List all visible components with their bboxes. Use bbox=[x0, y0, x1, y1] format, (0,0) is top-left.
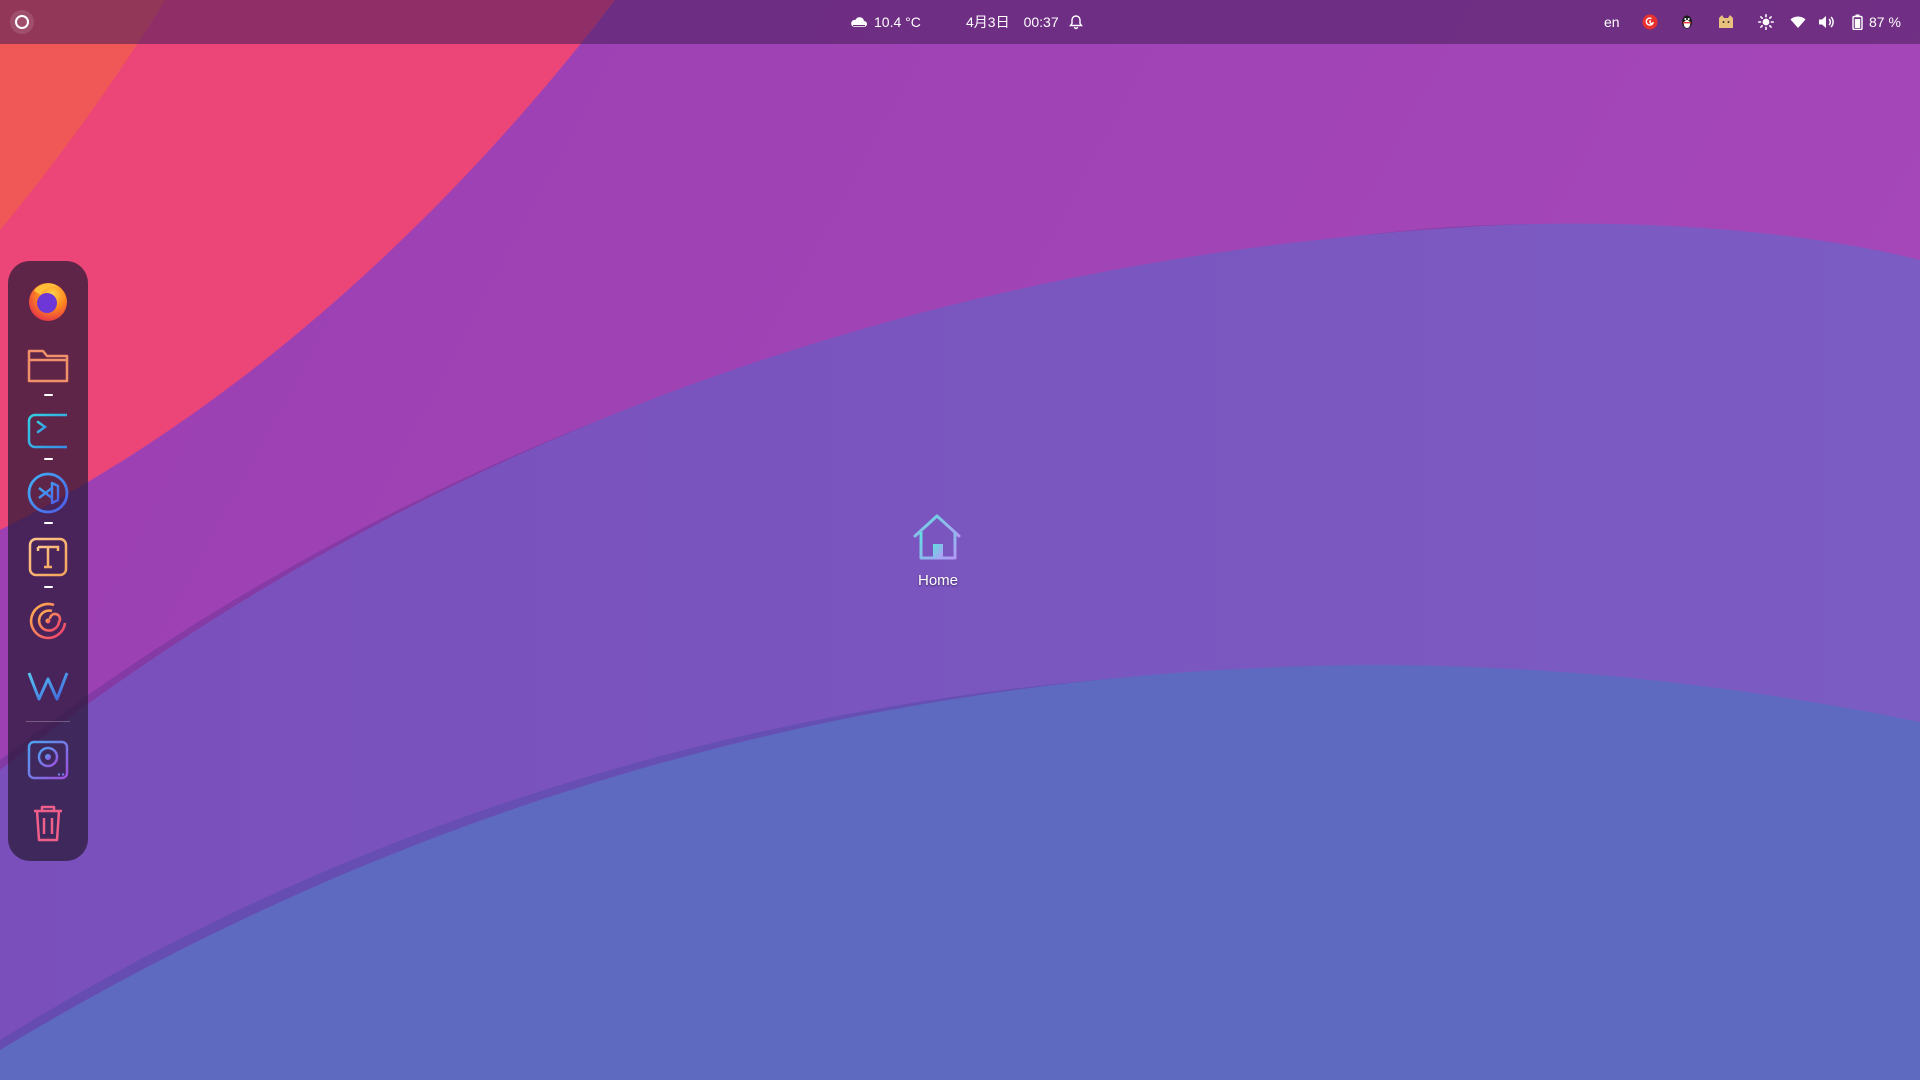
wifi-icon bbox=[1790, 16, 1806, 28]
dock-item-vscode[interactable] bbox=[21, 466, 75, 524]
volume-icon bbox=[1819, 16, 1834, 28]
running-indicator bbox=[44, 586, 53, 588]
clock-button[interactable]: 4月3日 00:37 bbox=[966, 0, 1059, 44]
netease-music-icon bbox=[1642, 14, 1658, 30]
dock-item-files[interactable] bbox=[21, 338, 75, 396]
activities-ring-icon bbox=[15, 15, 29, 29]
vscode-icon bbox=[27, 472, 69, 514]
tray-cat-app[interactable] bbox=[1717, 0, 1735, 44]
dock-item-terminal[interactable] bbox=[21, 402, 75, 460]
firefox-icon bbox=[29, 283, 67, 321]
wps-icon bbox=[27, 671, 69, 701]
trash-icon bbox=[34, 805, 62, 842]
dock bbox=[8, 261, 88, 861]
battery-icon bbox=[1852, 14, 1863, 30]
tray-battery[interactable]: 87 % bbox=[1852, 0, 1901, 44]
tray-netease-music[interactable] bbox=[1642, 0, 1658, 44]
language-label: en bbox=[1604, 14, 1620, 30]
qq-penguin-icon bbox=[1682, 15, 1692, 29]
weather-temperature: 10.4 °C bbox=[874, 14, 921, 30]
brightness-icon bbox=[1758, 14, 1774, 30]
weather-indicator[interactable]: 10.4 °C bbox=[850, 0, 921, 44]
tray-wifi[interactable] bbox=[1790, 0, 1806, 44]
bell-icon bbox=[1069, 15, 1083, 30]
battery-percentage: 87 % bbox=[1869, 14, 1901, 30]
activities-button[interactable] bbox=[10, 10, 34, 34]
terminal-icon bbox=[27, 413, 67, 449]
input-language-indicator[interactable]: en bbox=[1604, 0, 1620, 44]
tray-volume[interactable] bbox=[1818, 0, 1836, 44]
running-indicator bbox=[44, 394, 53, 396]
running-indicator bbox=[44, 522, 53, 524]
dock-item-wps[interactable] bbox=[21, 658, 75, 712]
music-icon bbox=[29, 602, 67, 640]
tray-qq[interactable] bbox=[1680, 0, 1694, 44]
desktop-icon-home[interactable]: Home bbox=[888, 512, 988, 600]
top-bar: 10.4 °C 4月3日 00:37 en 87 % bbox=[0, 0, 1920, 44]
clock-date: 4月3日 bbox=[966, 14, 1010, 30]
cat-app-icon bbox=[1719, 15, 1733, 28]
dock-separator bbox=[26, 721, 70, 722]
running-indicator bbox=[44, 458, 53, 460]
dock-item-firefox[interactable] bbox=[21, 274, 75, 328]
dock-item-music[interactable] bbox=[21, 594, 75, 648]
home-folder-icon bbox=[913, 514, 961, 560]
dock-item-text-editor[interactable] bbox=[21, 530, 75, 588]
cloud-icon bbox=[851, 17, 867, 27]
tray-brightness[interactable] bbox=[1758, 0, 1774, 44]
disk-icon bbox=[27, 740, 69, 780]
dock-item-disks[interactable] bbox=[21, 733, 75, 787]
text-editor-icon bbox=[28, 537, 68, 577]
notifications-button[interactable] bbox=[1068, 0, 1084, 44]
desktop-icon-label: Home bbox=[917, 572, 958, 589]
dock-item-trash[interactable] bbox=[21, 796, 75, 850]
clock-time: 00:37 bbox=[1023, 14, 1059, 30]
folder-icon bbox=[27, 349, 69, 383]
